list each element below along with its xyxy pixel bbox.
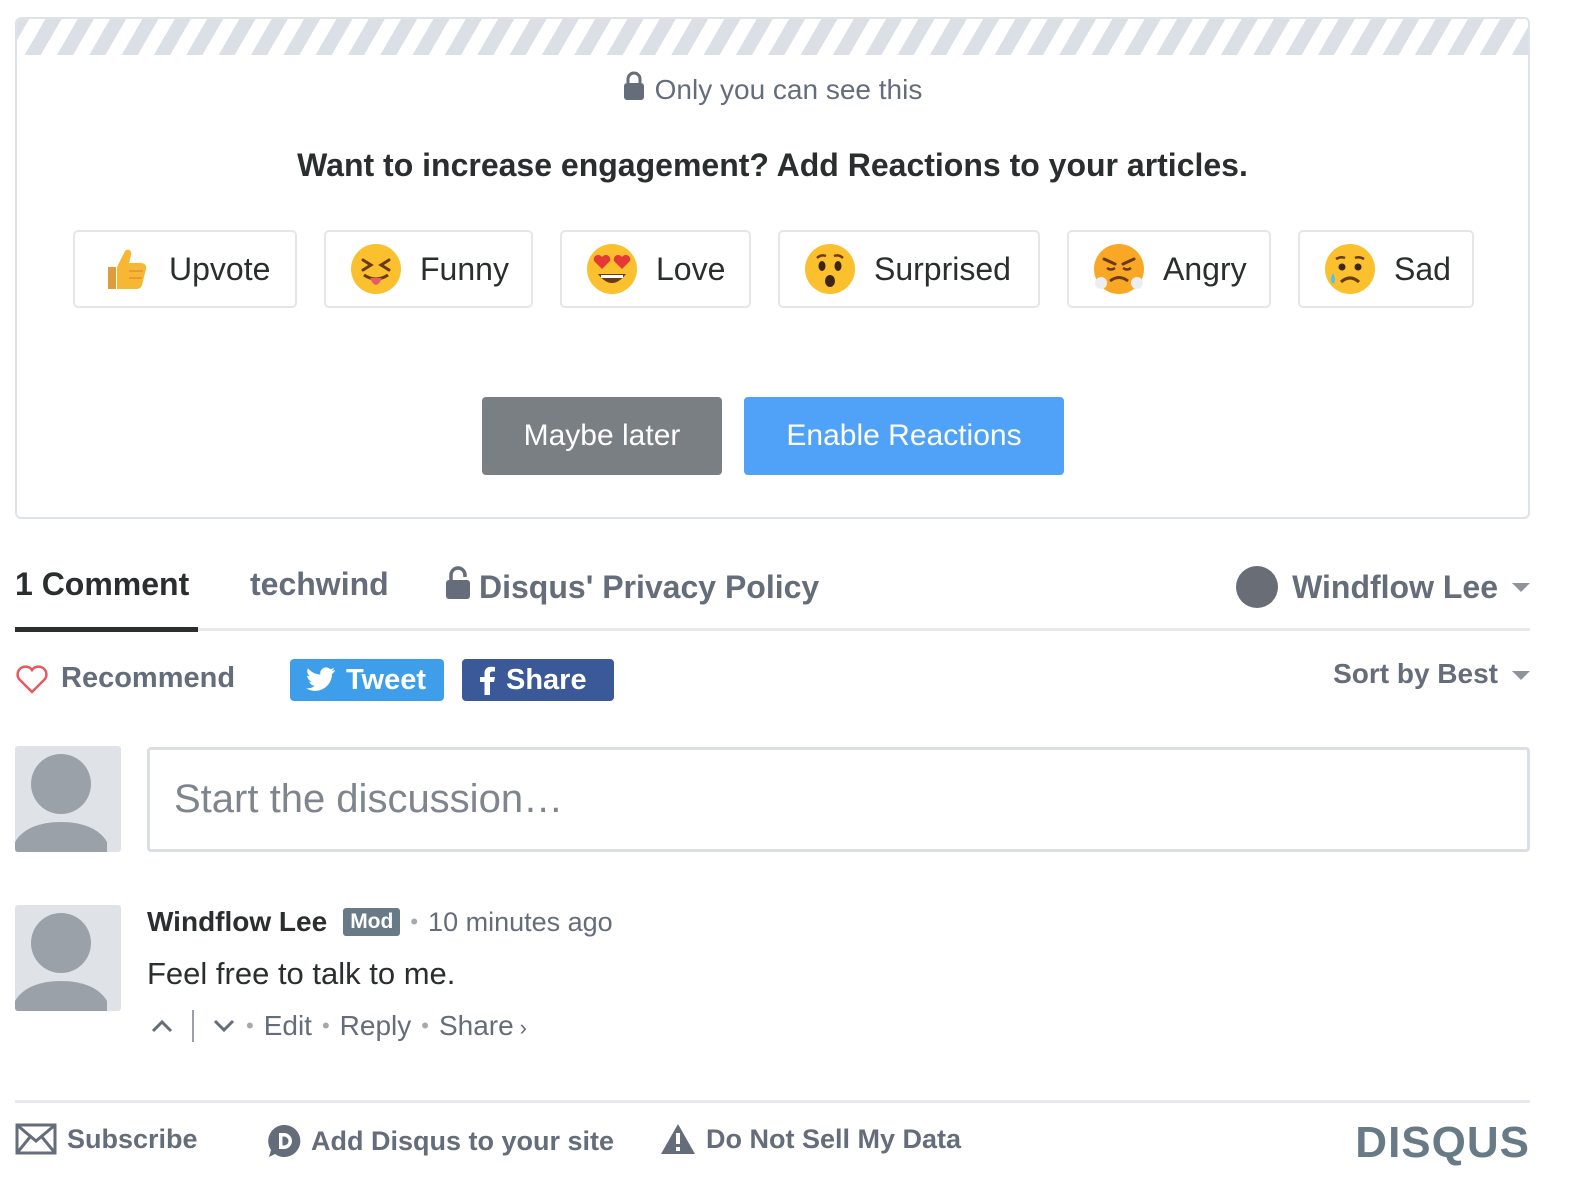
lock-icon xyxy=(623,71,644,100)
comment-header: Windflow Lee Mod • 10 minutes ago xyxy=(147,906,613,938)
chevron-up-icon xyxy=(151,1019,173,1033)
add-disqus-label: Add Disqus to your site xyxy=(311,1125,615,1156)
footer-divider xyxy=(15,1100,1530,1103)
user-menu[interactable]: Windflow Lee xyxy=(1236,566,1530,608)
heart-eyes-emoji-icon xyxy=(587,244,637,294)
comment-author[interactable]: Windflow Lee xyxy=(147,906,327,938)
user-name: Windflow Lee xyxy=(1292,568,1498,605)
do-not-sell-link[interactable]: Do Not Sell My Data xyxy=(660,1123,961,1155)
footer: Subscribe Add Disqus to your site Do Not… xyxy=(15,1118,1530,1170)
disqus-d-icon xyxy=(268,1124,301,1157)
do-not-sell-label: Do Not Sell My Data xyxy=(706,1123,962,1154)
reaction-label: Funny xyxy=(420,250,509,287)
reaction-options: Upvote Funny Love Surprised Angry Sad xyxy=(17,230,1528,310)
discussion-nav: 1 Comment techwind Disqus' Privacy Polic… xyxy=(15,556,1530,632)
facebook-share-button[interactable]: Share xyxy=(462,659,614,701)
promo-stripes xyxy=(17,19,1528,55)
lock-icon xyxy=(446,566,470,599)
comment-actions: • Edit • Reply • Share › xyxy=(150,1010,527,1042)
reaction-sad[interactable]: Sad xyxy=(1298,230,1474,308)
reaction-love[interactable]: Love xyxy=(560,230,751,308)
mod-badge: Mod xyxy=(343,908,401,936)
vote-divider xyxy=(192,1010,194,1042)
separator-dot: • xyxy=(410,909,419,934)
private-note-text: Only you can see this xyxy=(654,74,923,105)
reaction-label: Sad xyxy=(1394,250,1451,287)
separator-dot: • xyxy=(421,1013,429,1038)
reaction-upvote[interactable]: Upvote xyxy=(73,230,297,308)
privacy-policy-link[interactable]: Disqus' Privacy Policy xyxy=(445,566,819,606)
subscribe-label: Subscribe xyxy=(67,1123,198,1154)
sort-label: Sort by Best xyxy=(1333,658,1498,689)
thread-actions: Recommend Tweet Share Sort by Best xyxy=(15,656,1530,706)
chevron-down-icon xyxy=(1512,671,1530,681)
default-avatar-icon xyxy=(15,913,107,1011)
tweet-button[interactable]: Tweet xyxy=(290,659,444,701)
comment-timestamp[interactable]: 10 minutes ago xyxy=(428,907,613,938)
separator-dot: • xyxy=(246,1013,254,1038)
upvote-button[interactable] xyxy=(150,1018,174,1034)
chevron-down-icon xyxy=(213,1019,235,1033)
tab-community[interactable]: techwind xyxy=(250,566,389,603)
comment-share-link[interactable]: Share › xyxy=(439,1010,527,1042)
reply-link[interactable]: Reply xyxy=(340,1010,412,1042)
private-note: Only you can see this xyxy=(17,71,1528,106)
current-user-avatar xyxy=(15,746,121,852)
twitter-bird-icon xyxy=(306,667,335,691)
reaction-funny[interactable]: Funny xyxy=(324,230,533,308)
warning-icon xyxy=(661,1124,695,1154)
default-avatar-icon xyxy=(15,754,107,852)
user-avatar-icon xyxy=(1236,566,1279,608)
comment-body: Feel free to talk to me. xyxy=(147,956,456,991)
reaction-angry[interactable]: Angry xyxy=(1067,230,1271,308)
comment-author-avatar[interactable] xyxy=(15,905,121,1011)
chevron-right-icon: › xyxy=(519,1015,527,1040)
share-label: Share xyxy=(506,663,587,696)
downvote-button[interactable] xyxy=(212,1018,236,1034)
envelope-icon xyxy=(15,1123,57,1155)
reaction-surprised[interactable]: Surprised xyxy=(778,230,1040,308)
disqus-logo[interactable]: DISQUS xyxy=(1355,1118,1530,1168)
sort-dropdown[interactable]: Sort by Best xyxy=(1333,658,1530,690)
facebook-icon xyxy=(480,666,495,695)
privacy-policy-label: Disqus' Privacy Policy xyxy=(479,569,820,605)
edit-link[interactable]: Edit xyxy=(264,1010,312,1042)
subscribe-link[interactable]: Subscribe xyxy=(15,1123,198,1155)
reactions-promo-card: Only you can see this Want to increase e… xyxy=(15,17,1530,519)
thumbs-up-emoji-icon xyxy=(108,249,147,289)
reaction-label: Love xyxy=(656,250,726,287)
chevron-down-icon xyxy=(1512,582,1530,592)
enable-reactions-button[interactable]: Enable Reactions xyxy=(744,397,1064,475)
heart-icon xyxy=(16,664,48,694)
reaction-label: Surprised xyxy=(874,250,1011,287)
tab-comments[interactable]: 1 Comment xyxy=(15,566,189,603)
comment-share-label: Share xyxy=(438,1010,514,1041)
maybe-later-button[interactable]: Maybe later xyxy=(482,397,722,475)
recommend-label: Recommend xyxy=(61,662,236,694)
reaction-label: Upvote xyxy=(169,250,271,287)
funny-face-emoji-icon xyxy=(351,244,401,294)
active-tab-indicator xyxy=(15,627,198,632)
nav-divider xyxy=(15,628,1530,631)
separator-dot: • xyxy=(321,1013,330,1038)
reaction-label: Angry xyxy=(1163,250,1247,287)
promo-title: Want to increase engagement? Add Reactio… xyxy=(297,147,1248,183)
sad-face-emoji-icon xyxy=(1325,244,1375,294)
surprised-face-emoji-icon xyxy=(805,244,855,294)
recommend-button[interactable]: Recommend xyxy=(15,662,235,695)
start-discussion-input[interactable] xyxy=(147,747,1530,852)
add-disqus-link[interactable]: Add Disqus to your site xyxy=(267,1123,614,1159)
tweet-label: Tweet xyxy=(346,663,427,696)
angry-face-emoji-icon xyxy=(1094,244,1144,294)
